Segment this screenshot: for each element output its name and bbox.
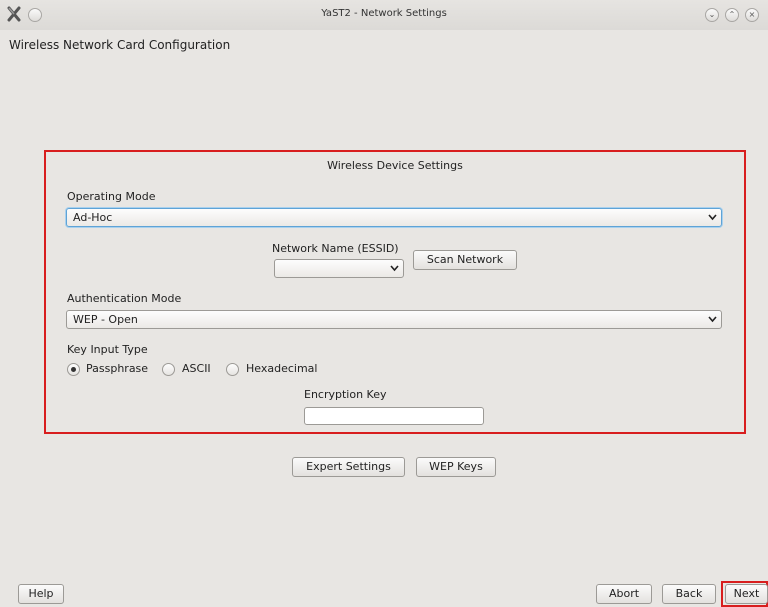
chevron-down-icon [390,265,399,272]
network-name-label: Network Name (ESSID) [272,242,399,255]
next-button[interactable]: Next [725,584,768,604]
chevron-down-icon [708,214,717,221]
operating-mode-label: Operating Mode [67,190,156,203]
authentication-mode-label: Authentication Mode [67,292,182,305]
back-button[interactable]: Back [662,584,716,604]
abort-button[interactable]: Abort [596,584,652,604]
operating-mode-select[interactable]: Ad-Hoc [66,208,722,227]
wireless-section-title: Wireless Device Settings [327,159,463,172]
authentication-mode-value: WEP - Open [73,313,138,326]
page-title: Wireless Network Card Configuration [9,38,231,52]
maximize-icon[interactable]: ⌃ [725,8,739,22]
encryption-key-label: Encryption Key [304,388,387,401]
key-input-type-label: Key Input Type [67,343,148,356]
radio-ascii-label[interactable]: ASCII [182,362,211,375]
network-name-combo[interactable] [274,259,404,278]
minimize-icon[interactable]: ⌄ [705,8,719,22]
radio-ascii[interactable] [162,363,175,376]
encryption-key-input[interactable] [304,407,484,425]
radio-hexadecimal-label[interactable]: Hexadecimal [246,362,317,375]
window-title: YaST2 - Network Settings [321,8,447,19]
close-icon[interactable]: × [745,8,759,22]
wep-keys-button[interactable]: WEP Keys [416,457,496,477]
chevron-down-icon [708,316,717,323]
radio-passphrase[interactable] [67,363,80,376]
radio-hexadecimal[interactable] [226,363,239,376]
authentication-mode-select[interactable]: WEP - Open [66,310,722,329]
window-titlebar: YaST2 - Network Settings ⌄ ⌃ × [0,0,768,30]
radio-passphrase-label[interactable]: Passphrase [86,362,148,375]
radio-selected-dot [71,367,76,372]
scan-network-button[interactable]: Scan Network [413,250,517,270]
help-button[interactable]: Help [18,584,64,604]
operating-mode-value: Ad-Hoc [73,211,113,224]
expert-settings-button[interactable]: Expert Settings [292,457,405,477]
